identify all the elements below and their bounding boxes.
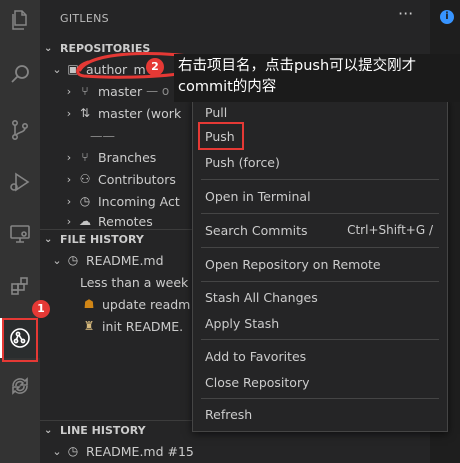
- more-actions-icon[interactable]: ···: [398, 4, 413, 23]
- debug-icon[interactable]: [0, 162, 40, 202]
- line-history-file[interactable]: ⌄ ◷ README.md #15: [40, 440, 430, 462]
- cloud-icon: ☁: [79, 214, 91, 228]
- menu-separator: [201, 339, 439, 340]
- chevron-right-icon: ›: [66, 106, 72, 120]
- activity-bar: [0, 0, 40, 463]
- source-control-icon[interactable]: [0, 110, 40, 150]
- gitlens-highlight-box: [2, 318, 38, 362]
- menu-separator: [201, 213, 439, 214]
- history-icon: ◷: [67, 253, 79, 267]
- menu-item-add-to-favorites[interactable]: Add to Favorites: [193, 344, 447, 368]
- step-badge-2: 2: [146, 58, 164, 76]
- chevron-right-icon: ›: [66, 194, 72, 208]
- step-badge-1: 1: [32, 300, 50, 318]
- menu-item-close-repository[interactable]: Close Repository: [193, 370, 447, 394]
- chevron-down-icon: ⌄: [52, 62, 62, 76]
- history-icon: ◷: [79, 194, 91, 208]
- menu-separator: [201, 247, 439, 248]
- search-icon[interactable]: [0, 54, 40, 94]
- menu-separator: [201, 398, 439, 399]
- branch-icon: ⑂: [81, 150, 89, 164]
- menu-item-pull[interactable]: Pull: [193, 100, 447, 124]
- info-icon[interactable]: i: [440, 10, 454, 24]
- history-icon: ◷: [67, 444, 79, 458]
- menu-item-apply-stash[interactable]: Apply Stash: [193, 311, 447, 335]
- chevron-down-icon: ⌄: [52, 444, 62, 458]
- commit-avatar-icon: ☗: [83, 297, 95, 311]
- chevron-right-icon: ›: [66, 150, 72, 164]
- sidebar-title: GITLENS: [60, 12, 109, 25]
- extensions-icon[interactable]: [0, 266, 40, 306]
- chevron-down-icon: ⌄: [44, 42, 53, 54]
- push-highlight-box: [198, 122, 244, 150]
- menu-item-refresh[interactable]: Refresh: [193, 402, 447, 426]
- commit-avatar-icon: ♜: [83, 319, 95, 333]
- people-icon: ⚇: [79, 172, 91, 186]
- chevron-down-icon: ⌄: [52, 253, 62, 267]
- menu-item-stash-all-changes[interactable]: Stash All Changes: [193, 285, 447, 309]
- menu-item-search-commits[interactable]: Search Commits Ctrl+Shift+G /: [193, 218, 447, 242]
- menu-item-open-in-terminal[interactable]: Open in Terminal: [193, 184, 447, 208]
- chevron-right-icon: ›: [66, 214, 72, 228]
- live-share-icon[interactable]: [0, 366, 40, 406]
- menu-separator: [201, 281, 439, 282]
- instruction-tooltip: 右击项目名，点击push可以提交刚才commit的内容: [174, 54, 460, 102]
- menu-item-push-force[interactable]: Push (force): [193, 150, 447, 174]
- chevron-down-icon: ⌄: [44, 425, 53, 436]
- menu-item-open-repository-on-remote[interactable]: Open Repository on Remote: [193, 252, 447, 276]
- shortcut-label: Ctrl+Shift+G /: [347, 223, 433, 237]
- chevron-down-icon: ⌄: [44, 234, 53, 245]
- menu-separator: [201, 179, 439, 180]
- compare-icon: ⇅: [79, 106, 91, 120]
- remote-explorer-icon[interactable]: [0, 214, 40, 254]
- files-icon[interactable]: [0, 0, 40, 40]
- chevron-right-icon: ›: [66, 172, 72, 186]
